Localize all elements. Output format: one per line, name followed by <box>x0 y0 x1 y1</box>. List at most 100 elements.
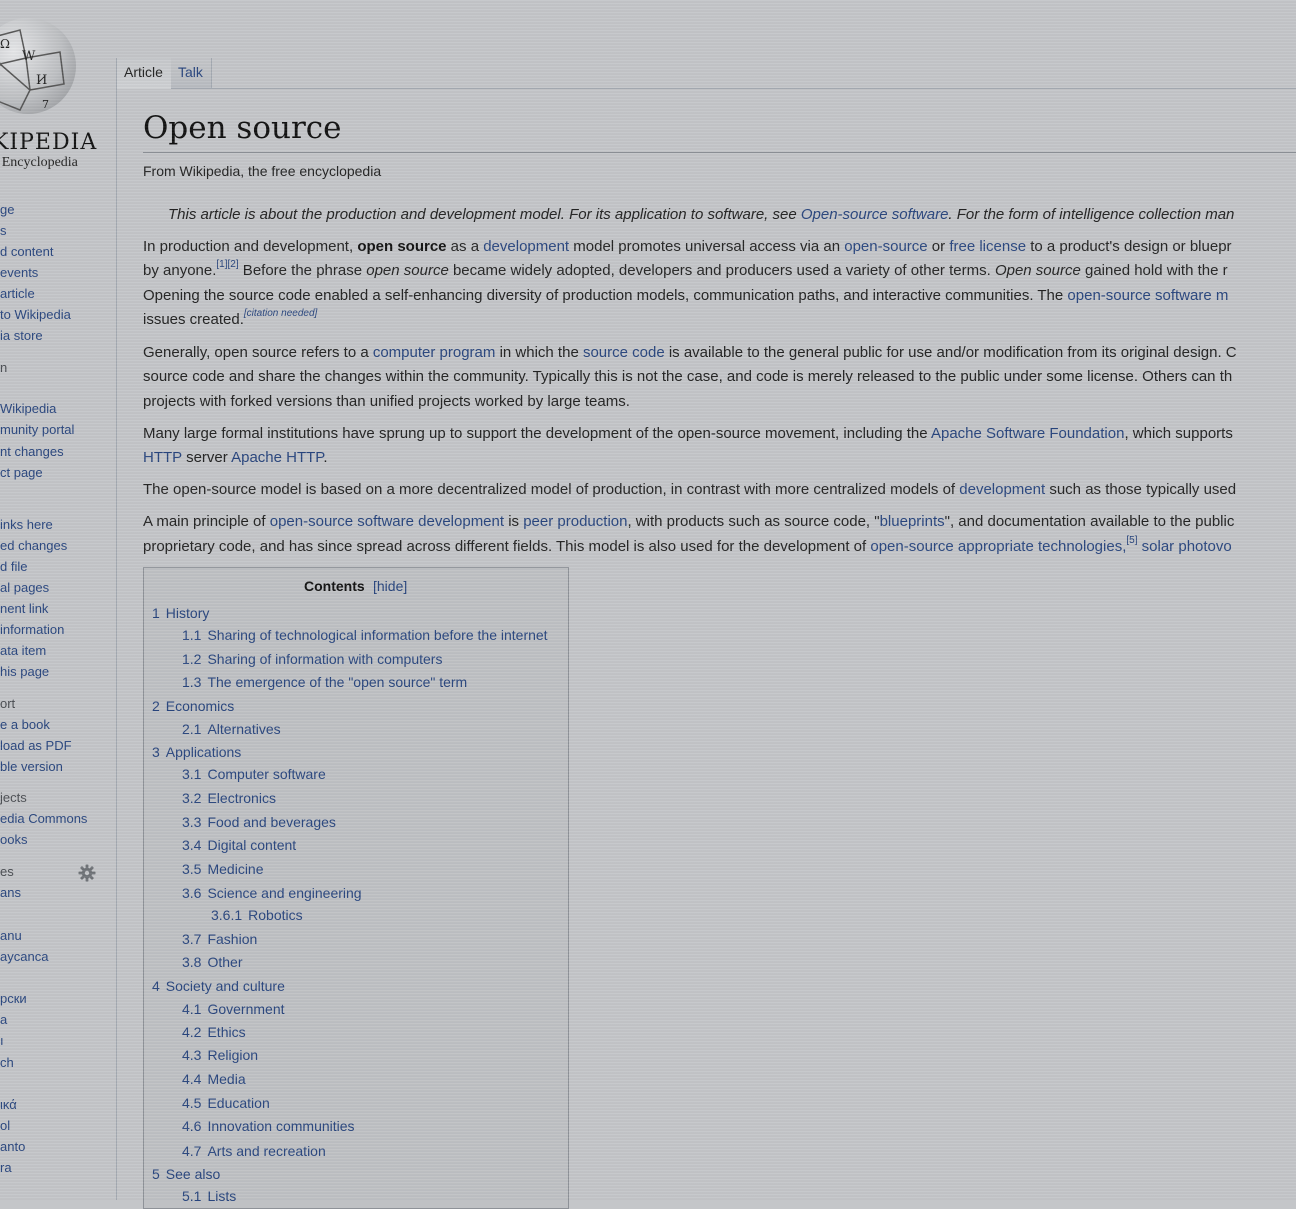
bold-term: open source <box>357 238 447 255</box>
link-open-source-software-model[interactable]: open-source software m <box>1067 287 1228 304</box>
sidebar-item[interactable]: nent link <box>0 601 48 617</box>
link-open-source[interactable]: open-source <box>844 238 927 255</box>
toc-item[interactable]: 2 Economics <box>152 698 234 714</box>
sidebar-item[interactable]: aycanca <box>0 949 48 965</box>
sidebar-item[interactable]: ı <box>0 1033 4 1049</box>
logo-tagline: e Encyclopedia <box>0 155 78 170</box>
link-apache-software-foundation[interactable]: Apache Software Foundation <box>931 425 1124 442</box>
link-development[interactable]: development <box>959 481 1045 498</box>
toc-item-label: Society and culture <box>165 978 285 994</box>
title-divider <box>143 152 1296 153</box>
link-solar-photovoltaic[interactable]: solar photovo <box>1138 538 1232 555</box>
sidebar-item[interactable]: ικά <box>0 1097 17 1113</box>
hatnote-text: This article is about the production and… <box>168 206 801 223</box>
link-open-source-software-development[interactable]: open-source software development <box>270 513 504 530</box>
citation-ref[interactable]: [1][2] <box>216 259 238 270</box>
toc-item[interactable]: 5 See also <box>152 1166 220 1182</box>
sidebar-item[interactable]: e a book <box>0 717 50 733</box>
toc-hide-toggle[interactable]: [hide] <box>373 578 407 594</box>
toc-item[interactable]: 3.5 Medicine <box>182 861 264 877</box>
toc-item-label: Religion <box>207 1047 259 1063</box>
link-development[interactable]: development <box>483 238 569 255</box>
toc-item-number: 5 <box>152 1166 160 1182</box>
sidebar-item[interactable]: anu <box>0 928 22 944</box>
paragraph-3-line-2: HTTP server Apache HTTP. <box>143 449 328 466</box>
toc-item[interactable]: 3 Applications <box>152 744 241 760</box>
paragraph-5-line-1: A main principle of open-source software… <box>143 513 1234 530</box>
sidebar-item[interactable]: ct page <box>0 465 43 481</box>
toc-item[interactable]: 2.1 Alternatives <box>182 721 281 737</box>
tab-article-label: Article <box>124 64 163 80</box>
toc-item[interactable]: 4.7 Arts and recreation <box>182 1143 326 1159</box>
sidebar-item[interactable]: ge <box>0 202 14 218</box>
tab-article[interactable]: Article <box>116 58 172 89</box>
link-http[interactable]: HTTP <box>143 449 182 466</box>
toc-item[interactable]: 1.1 Sharing of technological information … <box>182 627 548 643</box>
sidebar-item[interactable]: ata item <box>0 643 46 659</box>
citation-needed[interactable]: [citation needed] <box>244 308 317 319</box>
toc-item[interactable]: 4.4 Media <box>182 1071 246 1087</box>
toc-item[interactable]: 1.3 The emergence of the "open source" te… <box>182 674 467 690</box>
toc-item[interactable]: 3.6.1 Robotics <box>211 907 303 923</box>
sidebar-item[interactable]: load as PDF <box>0 738 72 754</box>
hatnote-link-open-source-software[interactable]: Open-source software <box>801 206 949 223</box>
toc-item[interactable]: 3.3 Food and beverages <box>182 814 336 830</box>
sidebar-item[interactable]: d content <box>0 244 54 260</box>
sidebar-item[interactable]: al pages <box>0 580 49 596</box>
sidebar-item[interactable]: ed changes <box>0 538 67 554</box>
toc-item[interactable]: 4.5 Education <box>182 1095 270 1111</box>
sidebar-item[interactable]: his page <box>0 664 49 680</box>
link-apache-http[interactable]: Apache HTTP <box>231 449 323 466</box>
sidebar-item[interactable]: edia Commons <box>0 811 87 827</box>
page-title: Open source <box>143 110 342 146</box>
sidebar-item[interactable]: рски <box>0 991 27 1007</box>
link-free-license[interactable]: free license <box>949 238 1026 255</box>
sidebar-item[interactable]: ol <box>0 1118 10 1134</box>
sidebar-item[interactable]: to Wikipedia <box>0 307 71 323</box>
sidebar-item[interactable]: Wikipedia <box>0 401 56 417</box>
toc-item[interactable]: 4.3 Religion <box>182 1047 258 1063</box>
toc-item[interactable]: 1.2 Sharing of information with computers <box>182 651 442 667</box>
sidebar-item[interactable]: а <box>0 1012 7 1028</box>
italic-term: open source <box>366 262 449 279</box>
toc-item[interactable]: 4.1 Government <box>182 1001 285 1017</box>
sidebar-item[interactable]: events <box>0 265 38 281</box>
sidebar-item[interactable]: munity portal <box>0 422 74 438</box>
toc-item[interactable]: 3.7 Fashion <box>182 931 257 947</box>
tab-talk[interactable]: Talk <box>171 58 212 88</box>
gear-icon[interactable] <box>78 864 96 882</box>
link-computer-program[interactable]: computer program <box>373 344 496 361</box>
sidebar-item[interactable]: ans <box>0 885 21 901</box>
toc-item[interactable]: 5.1 Lists <box>182 1188 236 1204</box>
sidebar-item[interactable]: ra <box>0 1160 12 1176</box>
sidebar-item[interactable]: d file <box>0 559 27 575</box>
svg-text:Ω: Ω <box>0 37 10 51</box>
wikipedia-globe-logo[interactable]: W И 7 Ω <box>0 18 76 114</box>
sidebar-item[interactable]: nt changes <box>0 444 64 460</box>
tab-bar-border <box>170 88 1296 89</box>
toc-item[interactable]: 3.8 Other <box>182 954 242 970</box>
citation-ref[interactable]: [5] <box>1126 535 1137 546</box>
sidebar-item[interactable]: information <box>0 622 64 638</box>
sidebar-item[interactable]: ble version <box>0 759 63 775</box>
sidebar-item[interactable]: anto <box>0 1139 25 1155</box>
sidebar-item[interactable]: ch <box>0 1055 14 1071</box>
link-peer-production[interactable]: peer production <box>523 513 627 530</box>
toc-item[interactable]: 3.2 Electronics <box>182 790 276 806</box>
sidebar-item[interactable]: ia store <box>0 328 43 344</box>
toc-item[interactable]: 4.2 Ethics <box>182 1024 246 1040</box>
link-open-source-appropriate-technologies[interactable]: open-source appropriate technologies, <box>870 538 1126 555</box>
toc-item-label: Alternatives <box>207 721 281 737</box>
toc-item[interactable]: 4.6 Innovation communities <box>182 1118 355 1134</box>
link-source-code[interactable]: source code <box>583 344 665 361</box>
sidebar-item[interactable]: article <box>0 286 35 302</box>
toc-item[interactable]: 4 Society and culture <box>152 978 285 994</box>
toc-item[interactable]: 3.1 Computer software <box>182 766 326 782</box>
toc-item[interactable]: 3.4 Digital content <box>182 837 296 853</box>
sidebar-item[interactable]: ooks <box>0 832 27 848</box>
toc-item[interactable]: 3.6 Science and engineering <box>182 885 362 901</box>
sidebar-item[interactable]: inks here <box>0 517 53 533</box>
link-blueprints[interactable]: blueprints <box>880 513 945 530</box>
sidebar-item[interactable]: s <box>0 223 7 239</box>
toc-item[interactable]: 1 History <box>152 605 209 621</box>
